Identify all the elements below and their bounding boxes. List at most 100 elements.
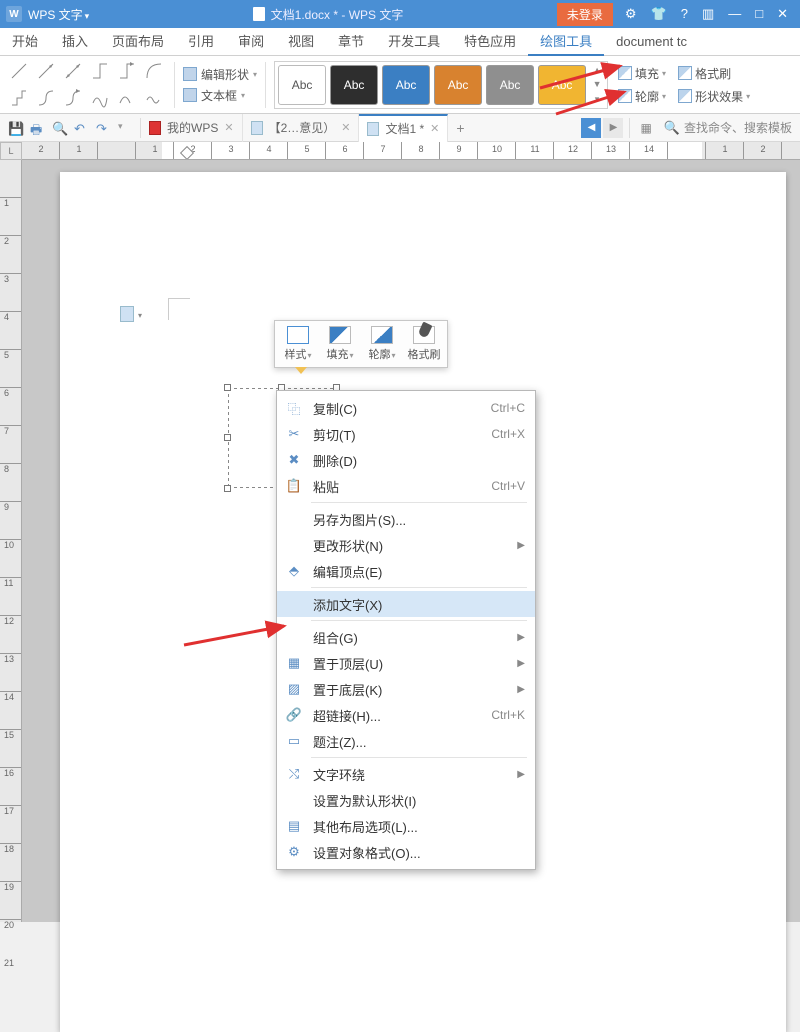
close-tab-icon[interactable]: ✕: [341, 121, 350, 134]
mini-fill-button[interactable]: 填充▾: [320, 324, 360, 364]
mini-toolbar: 样式▾ 填充▾ 轮廓▾ 格式刷: [274, 320, 448, 368]
tab-developer[interactable]: 开发工具: [376, 28, 452, 56]
doc-tab-2[interactable]: 【2…意见）✕: [243, 114, 360, 142]
submenu-arrow-icon: ▶: [517, 540, 525, 551]
style-swatch[interactable]: Abc: [330, 65, 378, 105]
menu-item-label: 题注(Z)...: [313, 732, 525, 751]
undo-icon[interactable]: ↶: [74, 121, 88, 135]
menu-item[interactable]: 组合(G)▶: [277, 624, 535, 650]
tab-special[interactable]: 特色应用: [452, 28, 528, 56]
edit-shape-button[interactable]: 编辑形状▾: [183, 66, 257, 83]
mini-style-button[interactable]: 样式▾: [278, 324, 318, 364]
save-icon[interactable]: 💾: [8, 121, 22, 135]
line-icon[interactable]: [87, 59, 112, 84]
command-search[interactable]: 🔍 查找命令、搜索模板: [656, 119, 800, 136]
menu-item[interactable]: 更改形状(N)▶: [277, 532, 535, 558]
ruler-tick-label: 9: [440, 144, 478, 154]
close-tab-icon[interactable]: ✕: [430, 122, 439, 135]
close-icon[interactable]: ✕: [777, 6, 788, 22]
style-gallery-nav[interactable]: ▲▼▾: [590, 65, 604, 105]
horizontal-ruler[interactable]: 21123456789101112131412: [22, 142, 800, 160]
print-icon[interactable]: 🖶: [30, 121, 44, 135]
text-box-button[interactable]: 文本框▾: [183, 87, 257, 104]
line-icon[interactable]: [60, 59, 85, 84]
tab-pagelayout[interactable]: 页面布局: [100, 28, 176, 56]
close-tab-icon[interactable]: ✕: [224, 121, 233, 134]
line-icon[interactable]: [33, 59, 58, 84]
help-icon[interactable]: ?: [681, 6, 688, 22]
style-swatch[interactable]: Abc: [278, 65, 326, 105]
tab-drawing-tools[interactable]: 绘图工具: [528, 28, 604, 56]
resize-handle[interactable]: [224, 485, 231, 492]
menu-item[interactable]: 🔗超链接(H)...Ctrl+K: [277, 702, 535, 728]
menu-item[interactable]: ▤其他布局选项(L)...: [277, 813, 535, 839]
qat-dropdown-icon[interactable]: ▾: [118, 121, 132, 135]
doc-tab-mywps[interactable]: 我的WPS✕: [141, 114, 243, 142]
document-title-area: 文档1.docx * - WPS 文字: [99, 6, 557, 23]
outline-button[interactable]: 轮廓▾: [618, 88, 666, 105]
tab-reference[interactable]: 引用: [176, 28, 226, 56]
divider: [174, 62, 175, 108]
style-swatch[interactable]: Abc: [486, 65, 534, 105]
maximize-icon[interactable]: □: [755, 6, 763, 22]
resize-handle[interactable]: [224, 434, 231, 441]
resize-handle[interactable]: [224, 384, 231, 391]
line-icon[interactable]: [87, 86, 112, 111]
format-painter-button[interactable]: 格式刷: [678, 65, 731, 82]
mini-format-painter-button[interactable]: 格式刷: [404, 324, 444, 364]
minimize-icon[interactable]: —: [728, 6, 741, 22]
menu-item[interactable]: ✂剪切(T)Ctrl+X: [277, 421, 535, 447]
redo-icon[interactable]: ↷: [96, 121, 110, 135]
menu-icon[interactable]: ▥: [702, 6, 714, 22]
tab-start[interactable]: 开始: [0, 28, 50, 56]
vertical-ruler[interactable]: 123456789101112131415161718192021: [0, 160, 22, 922]
line-icon[interactable]: [114, 86, 139, 111]
shape-effect-button[interactable]: 形状效果▾: [678, 88, 750, 105]
tab-nav-left[interactable]: ◀: [581, 118, 601, 138]
line-icon[interactable]: [60, 86, 85, 111]
login-button[interactable]: 未登录: [557, 3, 613, 26]
menu-item[interactable]: ⚙设置对象格式(O)...: [277, 839, 535, 865]
line-icon[interactable]: [141, 86, 166, 111]
line-icon[interactable]: [33, 86, 58, 111]
tab-insert[interactable]: 插入: [50, 28, 100, 56]
menu-item[interactable]: ▭题注(Z)...: [277, 728, 535, 754]
tab-document-tc[interactable]: document tc: [604, 28, 699, 56]
settings-icon[interactable]: ⚙: [625, 6, 637, 22]
line-style-gallery[interactable]: [6, 59, 166, 111]
tab-section[interactable]: 章节: [326, 28, 376, 56]
document-page[interactable]: ▾ 样式▾ 填充▾ 轮廓▾ 格式刷 ⿻复制(C)Ctrl+C✂剪切(T)Ctrl…: [60, 172, 786, 1032]
line-icon[interactable]: [6, 86, 31, 111]
skin-icon[interactable]: 👕: [651, 6, 667, 22]
submenu-arrow-icon: ▶: [517, 658, 525, 669]
menu-item[interactable]: ▦置于顶层(U)▶: [277, 650, 535, 676]
line-icon[interactable]: [6, 59, 31, 84]
mini-outline-button[interactable]: 轮廓▾: [362, 324, 402, 364]
style-swatch[interactable]: Abc: [382, 65, 430, 105]
menu-item[interactable]: ✖删除(D): [277, 447, 535, 473]
menu-item[interactable]: ⤭文字环绕▶: [277, 761, 535, 787]
ruler-corner[interactable]: L: [0, 142, 22, 160]
tab-nav-right[interactable]: ▶: [603, 118, 623, 138]
preview-icon[interactable]: 🔍: [52, 121, 66, 135]
doc-tab-active[interactable]: 文档1 *✕: [359, 114, 448, 142]
style-swatch[interactable]: Abc: [538, 65, 586, 105]
menu-item[interactable]: ⬘编辑顶点(E): [277, 558, 535, 584]
tab-list-icon[interactable]: ▦: [636, 121, 655, 135]
menu-item[interactable]: 📋粘贴Ctrl+V: [277, 473, 535, 499]
menu-item[interactable]: 设置为默认形状(I): [277, 787, 535, 813]
menu-item[interactable]: 添加文字(X): [277, 591, 535, 617]
menu-item[interactable]: ⿻复制(C)Ctrl+C: [277, 395, 535, 421]
shape-style-gallery[interactable]: Abc Abc Abc Abc Abc Abc ▲▼▾: [274, 61, 608, 109]
paragraph-dropdown-icon[interactable]: ▾: [138, 311, 142, 320]
bring-front-icon: ▦: [285, 654, 303, 672]
line-icon[interactable]: [114, 59, 139, 84]
menu-item[interactable]: 另存为图片(S)...: [277, 506, 535, 532]
menu-item[interactable]: ▨置于底层(K)▶: [277, 676, 535, 702]
style-swatch[interactable]: Abc: [434, 65, 482, 105]
line-icon[interactable]: [141, 59, 166, 84]
add-tab-button[interactable]: +: [448, 120, 472, 136]
tab-view[interactable]: 视图: [276, 28, 326, 56]
fill-button[interactable]: 填充▾: [618, 65, 666, 82]
tab-review[interactable]: 审阅: [226, 28, 276, 56]
